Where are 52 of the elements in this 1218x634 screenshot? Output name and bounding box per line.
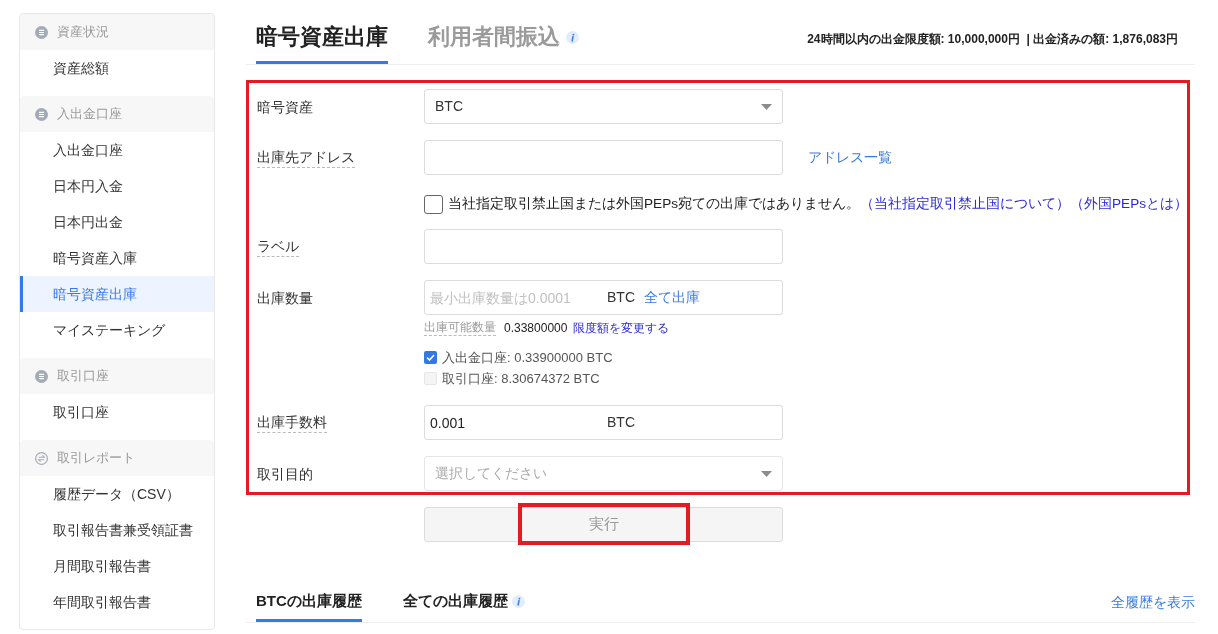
section-title: 取引レポート xyxy=(57,449,135,468)
sidebar-item[interactable]: 取引報告書兼受領証書 xyxy=(20,512,214,548)
caret-icon xyxy=(761,103,772,110)
info-icon xyxy=(566,30,579,44)
section-title: 資産状況 xyxy=(57,23,109,42)
field-label: ラベル xyxy=(257,236,299,257)
field-label: 出庫先アドレス xyxy=(257,147,355,168)
field-label: 暗号資産 xyxy=(257,97,313,117)
link[interactable]: 全て出庫 xyxy=(644,288,700,307)
sidebar-item[interactable]: 履歴データ（CSV） xyxy=(20,476,214,512)
caret-icon xyxy=(761,470,772,477)
sidebar-item[interactable]: 入出金口座 xyxy=(20,132,214,168)
sidebar-item[interactable]: 暗号資産出庫 xyxy=(20,276,214,312)
select-field[interactable]: BTC xyxy=(424,89,783,124)
agreement-text: 当社指定取引禁止国または外国PEPs宛ての出庫ではありません。 xyxy=(448,195,860,213)
available-label: 出庫可能数量 xyxy=(424,320,496,336)
tab[interactable]: 暗号資産出庫 xyxy=(256,22,388,64)
account-balance: 入出金口座: 0.33900000 BTC xyxy=(442,348,613,367)
field-label: 出庫数量 xyxy=(257,288,313,308)
section-title: 入出金口座 xyxy=(57,105,122,124)
sidebar-item[interactable]: 年間取引報告書 xyxy=(20,584,214,620)
withdrawal-limit-text: 24時間以内の出金限度額: 10,000,000円 | 出金済みの額: 1,876,083円 xyxy=(807,31,1178,47)
sidebar-item[interactable]: 日本円出金 xyxy=(20,204,214,240)
sidebar-item[interactable]: 日本円入金 xyxy=(20,168,214,204)
account-balance: 取引口座: 8.30674372 BTC xyxy=(442,369,600,388)
link[interactable]: （当社指定取引禁止国について） xyxy=(860,195,1070,213)
unit-label: BTC xyxy=(607,288,635,307)
checkbox[interactable] xyxy=(424,194,443,214)
link[interactable]: 全履歴を表示 xyxy=(1111,592,1195,612)
input-field[interactable] xyxy=(424,140,783,175)
info-icon xyxy=(511,594,525,608)
tab[interactable]: 全ての出庫履歴 xyxy=(402,591,525,622)
link[interactable]: 限度額を変更する xyxy=(573,320,670,336)
sidebar-item[interactable]: マイステーキング xyxy=(20,312,214,348)
list-icon xyxy=(35,25,48,39)
unit-label: BTC xyxy=(607,413,635,432)
available-amount: 0.33800000 xyxy=(504,320,568,336)
sidebar-item[interactable]: 月間取引報告書 xyxy=(20,548,214,584)
input-field[interactable] xyxy=(424,229,783,264)
sidebar-item[interactable]: 資産総額 xyxy=(20,50,214,86)
field-label: 取引目的 xyxy=(257,464,313,484)
list-icon xyxy=(35,369,48,383)
exchange-icon xyxy=(35,451,48,465)
tab[interactable]: BTCの出庫履歴 xyxy=(256,591,362,622)
field-label: 出庫手数料 xyxy=(257,412,327,433)
checkbox[interactable] xyxy=(424,351,437,364)
list-icon xyxy=(35,107,48,121)
link[interactable]: （外国PEPsとは） xyxy=(1070,195,1188,213)
sidebar-item[interactable]: 暗号資産入庫 xyxy=(20,240,214,276)
sidebar-item[interactable]: 取引口座 xyxy=(20,394,214,430)
link[interactable]: アドレス一覧 xyxy=(808,147,892,168)
section-title: 取引口座 xyxy=(57,367,109,386)
